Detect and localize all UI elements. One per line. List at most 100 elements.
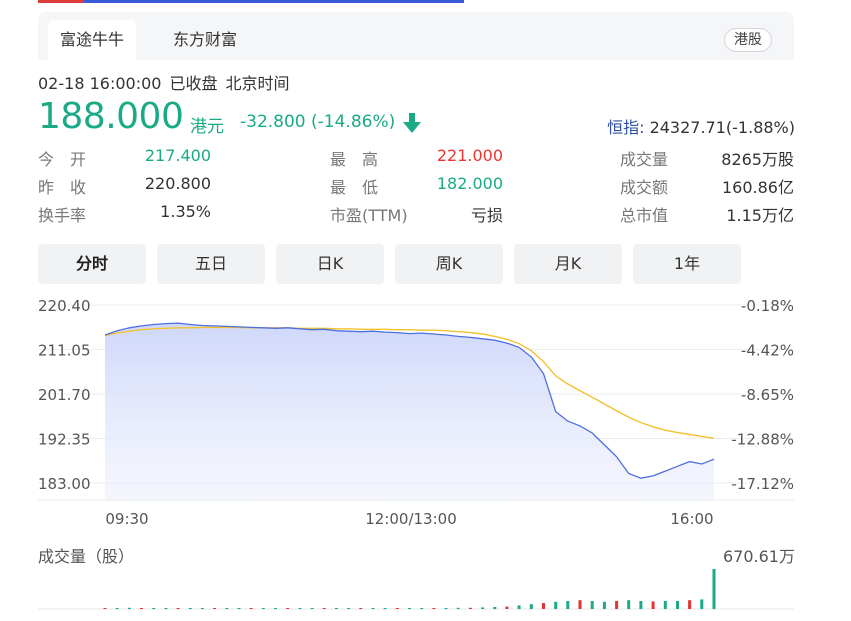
volume-bar — [676, 601, 679, 609]
stat-label: 总市值 — [620, 206, 669, 225]
stat-value: 160.86亿 — [722, 178, 794, 197]
stat-value: 220.800 — [144, 174, 211, 193]
y-tick-label: 183.00 — [38, 475, 91, 493]
volume-bar — [468, 607, 472, 609]
down-arrow-icon — [403, 113, 421, 133]
stat-value: 1.35% — [160, 202, 211, 221]
last-price: 188.000 — [38, 96, 184, 137]
volume-bar — [115, 608, 119, 609]
period-tab[interactable]: 周K — [395, 244, 503, 284]
volume-bar — [188, 608, 192, 609]
volume-bar — [456, 607, 460, 609]
volume-bar — [517, 605, 521, 609]
volume-bar — [529, 604, 533, 609]
volume-bar — [542, 603, 545, 609]
timezone-label: 北京时间 — [225, 74, 290, 93]
y-right-tick-label: -17.12% — [731, 475, 794, 493]
y-tick-label: 201.70 — [38, 386, 91, 404]
volume-bar — [334, 608, 338, 609]
volume-bar — [408, 608, 411, 609]
period-tab[interactable]: 分时 — [38, 244, 146, 284]
stat-row: 今 开 217.400 最 高 221.000 成交量 8265万股 — [38, 146, 794, 174]
stat-label: 最 高 — [330, 150, 379, 169]
y-right-tick-label: -0.18% — [741, 297, 794, 315]
volume-bar — [371, 608, 375, 609]
volume-bar — [566, 601, 570, 609]
y-tick-label: 211.05 — [38, 342, 91, 360]
volume-bar — [152, 608, 156, 609]
volume-bar — [298, 608, 302, 609]
volume-bar — [140, 608, 143, 609]
volume-bar — [602, 601, 606, 609]
index-value: 24327.71(-1.88%) — [649, 118, 795, 137]
stat-value: 8265万股 — [721, 150, 794, 169]
source-tab-futu[interactable]: 富途牛牛 — [48, 20, 137, 60]
volume-bar — [176, 608, 180, 609]
volume-bar — [237, 608, 241, 609]
period-tab[interactable]: 1年 — [633, 244, 741, 284]
market-state: 已收盘 — [169, 74, 218, 93]
volume-bar — [615, 601, 619, 609]
stat-row: 换手率 1.35% 市盈(TTM) 亏损 总市值 1.15万亿 — [38, 202, 794, 230]
index-label: 恒指: — [607, 118, 645, 137]
stat-label: 今 开 — [38, 150, 87, 169]
volume-bar — [383, 608, 387, 609]
volume-bar — [505, 606, 509, 609]
y-right-tick-label: -12.88% — [731, 431, 794, 449]
stat-label: 昨 收 — [38, 178, 87, 197]
source-tab-eastmoney[interactable]: 东方财富 — [161, 20, 249, 60]
volume-bar — [225, 608, 229, 609]
stat-label: 换手率 — [38, 206, 87, 225]
volume-bar — [103, 608, 107, 609]
volume-bar — [712, 569, 716, 609]
volume-bar — [700, 599, 704, 609]
volume-bar — [249, 608, 253, 609]
y-right-tick-label: -8.65% — [741, 386, 794, 404]
volume-bar — [639, 601, 643, 609]
stat-label: 最 低 — [330, 178, 379, 197]
volume-bar — [432, 608, 436, 609]
period-tab[interactable]: 五日 — [157, 244, 265, 284]
x-tick-label: 09:30 — [105, 510, 148, 528]
volume-bar — [164, 608, 168, 609]
volume-bar — [274, 608, 277, 609]
stat-value: 221.000 — [436, 146, 503, 165]
x-tick-label: 16:00 — [670, 510, 713, 528]
stat-value: 亏损 — [470, 206, 503, 225]
price-change: -32.800 (-14.86%) — [240, 112, 396, 132]
volume-bar — [286, 608, 290, 609]
volume-bar — [651, 601, 655, 609]
stat-row: 昨 收 220.800 最 低 182.000 成交额 160.86亿 — [38, 174, 794, 202]
x-tick-label: 12:00/13:00 — [365, 510, 457, 528]
volume-bar — [261, 608, 265, 609]
volume-bar — [200, 608, 204, 609]
period-tab[interactable]: 日K — [276, 244, 384, 284]
volume-bar — [322, 608, 326, 609]
volume-bar — [213, 608, 217, 609]
stat-label: 成交量 — [620, 150, 669, 169]
volume-bar — [347, 608, 351, 609]
stat-label: 市盈(TTM) — [330, 206, 408, 225]
stat-label: 成交额 — [620, 178, 669, 197]
volume-bar — [395, 608, 399, 609]
stat-value: 1.15万亿 — [726, 206, 794, 225]
quote-status: 02-18 16:00:00 已收盘 北京时间 — [38, 70, 297, 94]
volume-bar — [627, 600, 631, 609]
volume-bar — [481, 607, 485, 609]
y-tick-label: 220.40 — [38, 297, 91, 315]
intraday-chart: 220.40 211.05 201.70 192.35 183.00 -0.18% -4.4… — [38, 297, 794, 528]
y-tick-label: 192.35 — [38, 431, 91, 449]
quote-datetime: 02-18 16:00:00 — [38, 74, 162, 93]
volume-bar — [688, 600, 692, 609]
volume-bar — [578, 600, 582, 609]
volume-bar — [493, 607, 497, 609]
volume-chart — [38, 569, 794, 610]
source-tab-bar: 富途牛牛 东方财富 港股 — [38, 12, 794, 60]
volume-bar — [590, 601, 594, 609]
volume-bar — [663, 601, 667, 609]
index-quote[interactable]: 恒指: 24327.71(-1.88%) — [607, 114, 795, 138]
volume-bar — [127, 607, 131, 609]
period-tab[interactable]: 月K — [514, 244, 622, 284]
volume-bar — [444, 608, 448, 609]
stat-value: 217.400 — [144, 146, 211, 165]
